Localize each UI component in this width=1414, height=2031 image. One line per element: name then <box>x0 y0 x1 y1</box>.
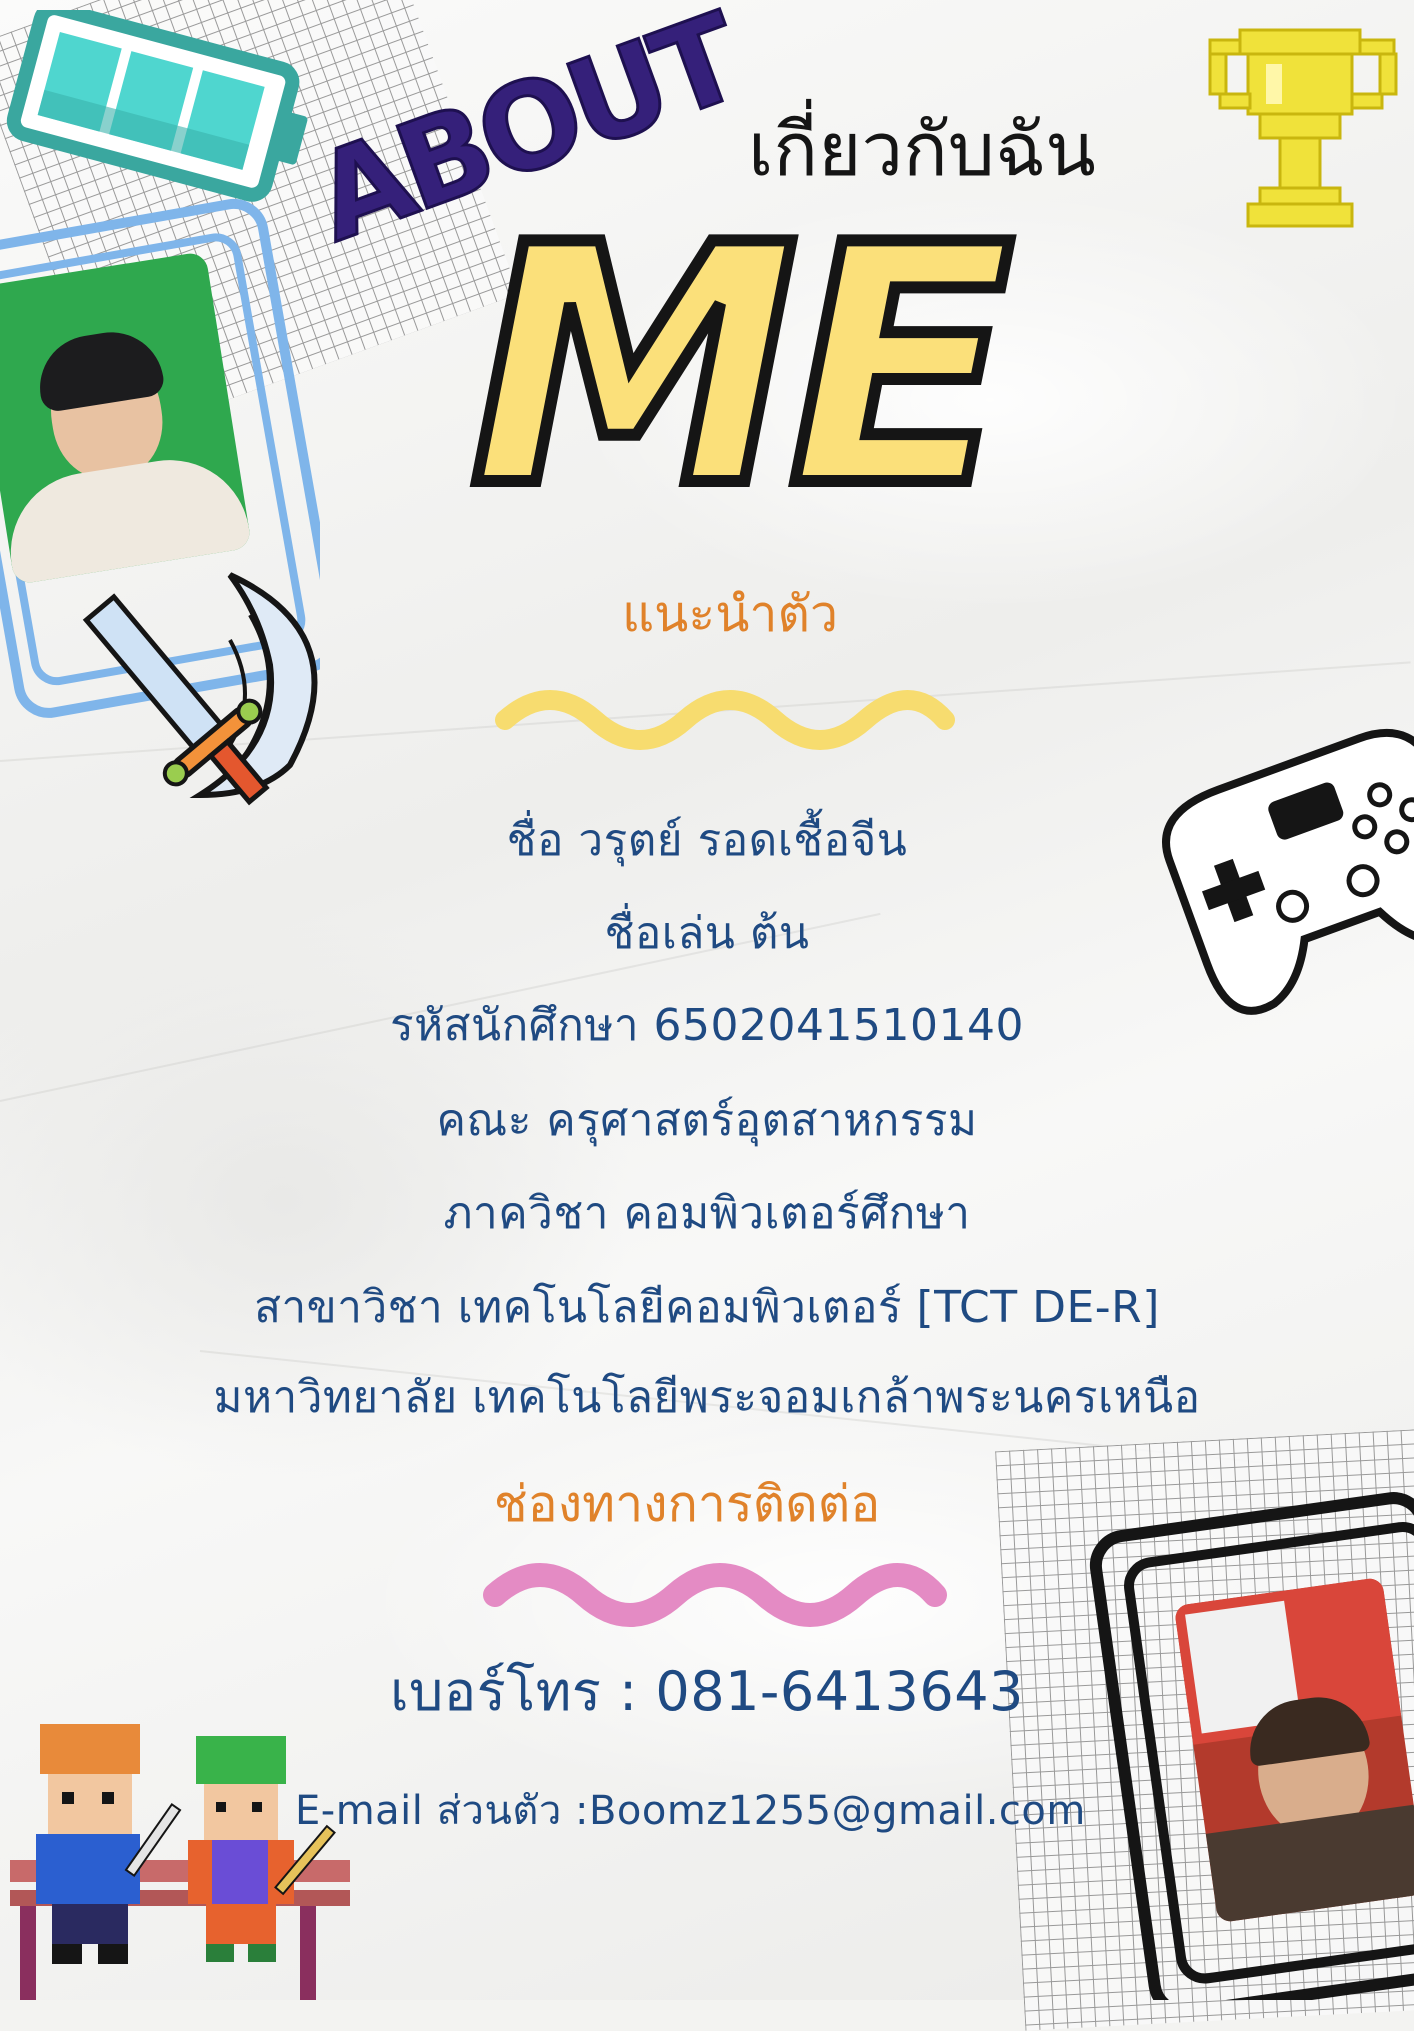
yellow-wave-divider <box>495 690 955 750</box>
name-line: ชื่อ วรุตย์ รอดเชื้อจีน <box>506 815 908 866</box>
student-id-line: รหัสนักศึกษา 6502041510140 <box>390 1000 1024 1051</box>
sword-icon <box>82 572 318 806</box>
department-line: ภาควิชา คอมพิวเตอร์ศึกษา <box>443 1188 971 1239</box>
trophy-icon <box>1208 28 1398 228</box>
pink-wave-divider <box>483 1563 947 1627</box>
pixel-characters-icon <box>10 1724 350 2000</box>
email-line[interactable]: E-mail ส่วนตัว :Boomz1255@gmail.com <box>295 1778 1086 1842</box>
faculty-line: คณะ ครุศาสตร์อุตสาหกรรม <box>436 1095 978 1146</box>
me-heading: ME <box>464 169 1020 565</box>
university-line: มหาวิทยาลัย เทคโนโลยีพระจอมเกล้าพระนครเห… <box>213 1372 1201 1423</box>
nickname-line: ชื่อเล่น ต้น <box>604 908 810 959</box>
major-line: สาขาวิชา เทคโนโลยีคอมพิวเตอร์ [TCT DE-R] <box>254 1282 1160 1333</box>
